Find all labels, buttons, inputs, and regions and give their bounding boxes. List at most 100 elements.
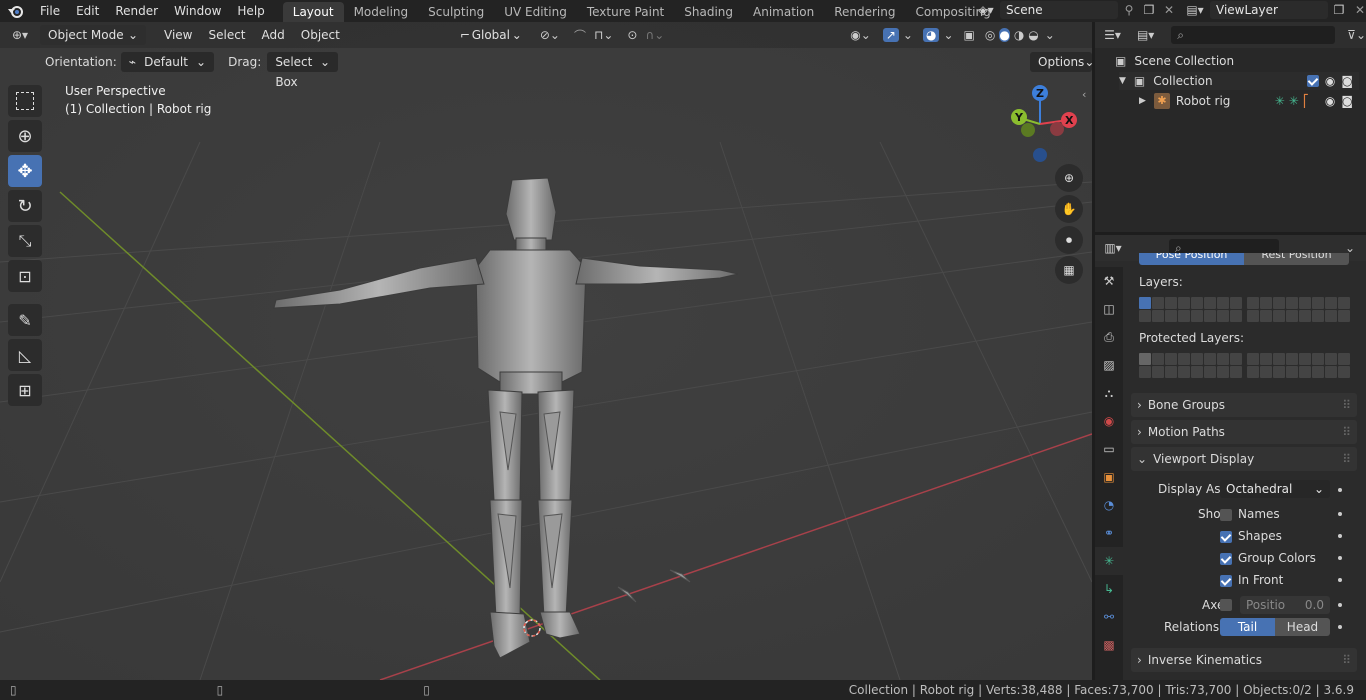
options-dropdown[interactable]: Options ⌄ xyxy=(1030,52,1092,72)
editor-type-icon[interactable]: ⊕▾ xyxy=(0,28,40,42)
sidebar-toggle-icon[interactable]: ‹ xyxy=(1082,88,1086,101)
new-scene-icon[interactable]: ❐ xyxy=(1140,3,1158,17)
constraints-properties-icon[interactable]: ⚭ xyxy=(1095,519,1123,547)
keyframe-dot[interactable] xyxy=(1338,603,1342,607)
solid-shading-icon[interactable]: ● xyxy=(999,28,1010,42)
3d-viewport[interactable]: ⊕▾ Object Mode ⌄ View Select Add Object ⌐… xyxy=(0,22,1092,680)
overlays-dropdown-icon[interactable]: ⌄ xyxy=(943,28,953,42)
pin-icon[interactable]: ⚲ xyxy=(1118,3,1140,17)
in-front-option[interactable]: In Front xyxy=(1220,573,1283,587)
expand-arrow-icon[interactable]: ▼ xyxy=(1119,76,1126,86)
pivot-icon[interactable]: ⊘⌄ xyxy=(540,28,560,42)
add-cube-tool[interactable]: ⊞ xyxy=(8,374,42,406)
wireframe-shading-icon[interactable]: ◎ xyxy=(985,28,995,42)
snap-icon[interactable]: ⌒ xyxy=(574,27,586,44)
tool-properties-icon[interactable]: ⚒ xyxy=(1095,267,1123,295)
render-camera-icon[interactable]: ◙ xyxy=(1341,74,1353,88)
scene-properties-icon[interactable]: ⛬ xyxy=(1095,379,1123,407)
layers-grid-left[interactable] xyxy=(1139,297,1242,322)
collection-properties-icon[interactable]: ▭ xyxy=(1095,435,1123,463)
visibility-icon[interactable]: ◉⌄ xyxy=(850,28,871,42)
rotate-tool[interactable]: ↻ xyxy=(8,190,42,222)
physics-properties-icon[interactable]: ◔ xyxy=(1095,491,1123,519)
group-colors-option[interactable]: Group Colors xyxy=(1220,551,1316,565)
names-checkbox[interactable] xyxy=(1220,508,1232,521)
shading-dropdown-icon[interactable]: ⌄ xyxy=(1045,28,1055,42)
tab-shading[interactable]: Shading xyxy=(674,2,743,22)
group-colors-checkbox[interactable] xyxy=(1220,552,1232,565)
armature-data-icon[interactable]: ✳ xyxy=(1289,94,1299,108)
zoom-button[interactable]: ⊕ xyxy=(1055,164,1083,192)
tab-layout[interactable]: Layout xyxy=(282,2,344,22)
select-box-tool[interactable] xyxy=(8,85,42,117)
render-properties-icon[interactable]: ◫ xyxy=(1095,295,1123,323)
protected-grid-right[interactable] xyxy=(1247,353,1350,378)
viewlayer-name-field[interactable]: ViewLayer xyxy=(1210,1,1328,19)
keyframe-dot[interactable] xyxy=(1338,534,1342,538)
bone-properties-icon[interactable]: ↳ xyxy=(1095,575,1123,603)
keyframe-dot[interactable] xyxy=(1338,512,1342,516)
outliner-search-input[interactable]: ⌕ xyxy=(1171,26,1336,44)
scene-icon[interactable]: ◈▾ xyxy=(972,3,1000,17)
keyframe-dot[interactable] xyxy=(1338,556,1342,560)
head-button[interactable]: Head xyxy=(1275,618,1330,636)
tab-rendering[interactable]: Rendering xyxy=(824,2,905,22)
navigation-gizmo[interactable]: Z X Y xyxy=(1002,84,1082,164)
pose-icon[interactable]: ✳ xyxy=(1275,94,1285,108)
menu-object[interactable]: Object xyxy=(293,25,348,45)
inverse-kinematics-panel[interactable]: › Inverse Kinematics ⠿ xyxy=(1131,648,1357,672)
outliner-row-scene-collection[interactable]: ▣ Scene Collection xyxy=(1115,52,1234,70)
xray-icon[interactable]: ▣ xyxy=(964,28,975,42)
texture-properties-icon[interactable]: ▩ xyxy=(1095,631,1123,659)
ortho-toggle-button[interactable]: ▦ xyxy=(1055,256,1083,284)
rendered-shading-icon[interactable]: ◒ xyxy=(1028,28,1038,42)
menu-view[interactable]: View xyxy=(156,25,200,45)
outliner-row-collection[interactable]: ▼ ▣ Collection ◉ ◙ xyxy=(1119,72,1359,90)
outliner-row-robot-rig[interactable]: ▶ ✱ Robot rig ✳ ✳ ⎡ ◉ ◙ xyxy=(1139,92,1359,110)
armature-data-properties-icon[interactable]: ✳ xyxy=(1095,547,1123,575)
overlays-icon[interactable]: ◕ xyxy=(922,28,940,42)
modifier-icon[interactable]: ⎡ xyxy=(1303,94,1309,108)
tab-texture-paint[interactable]: Texture Paint xyxy=(577,2,674,22)
drag-dropdown[interactable]: Select Box ⌄ xyxy=(267,52,338,89)
keyframe-dot[interactable] xyxy=(1338,578,1342,582)
cursor-tool[interactable]: ⊕ xyxy=(8,120,42,152)
expand-arrow-icon[interactable]: ▶ xyxy=(1139,96,1146,106)
rest-position-button[interactable]: Rest Position xyxy=(1244,253,1349,265)
tab-animation[interactable]: Animation xyxy=(743,2,824,22)
shapes-checkbox[interactable] xyxy=(1220,530,1232,543)
in-front-checkbox[interactable] xyxy=(1220,574,1232,587)
material-shading-icon[interactable]: ◑ xyxy=(1014,28,1024,42)
keyframe-dot[interactable] xyxy=(1338,625,1342,629)
measure-tool[interactable]: ◺ xyxy=(8,339,42,371)
axes-position-field[interactable]: Positio 0.0 xyxy=(1240,596,1330,614)
menu-help[interactable]: Help xyxy=(229,0,272,22)
collection-exclude-checkbox[interactable] xyxy=(1306,75,1319,87)
viewport-display-panel[interactable]: ⌄ Viewport Display ⠿ xyxy=(1131,447,1357,471)
drag-handle-icon[interactable]: ⠿ xyxy=(1342,425,1351,439)
menu-select[interactable]: Select xyxy=(200,25,253,45)
gizmo-dropdown-icon[interactable]: ⌄ xyxy=(903,28,913,42)
keyframe-dot[interactable] xyxy=(1338,488,1342,492)
tab-uv-editing[interactable]: UV Editing xyxy=(494,2,577,22)
move-tool[interactable]: ✥ xyxy=(8,155,42,187)
annotate-tool[interactable]: ✎ xyxy=(8,304,42,336)
layers-grid-right[interactable] xyxy=(1247,297,1350,322)
drag-handle-icon[interactable]: ⠿ xyxy=(1342,452,1351,466)
output-properties-icon[interactable]: ⎙ xyxy=(1095,323,1123,351)
gizmo-toggle-icon[interactable]: ↗ xyxy=(882,28,899,42)
render-camera-icon[interactable]: ◙ xyxy=(1341,94,1353,108)
properties-editor-icon[interactable]: ▥▾ xyxy=(1095,241,1131,255)
pose-position-button[interactable]: Pose Position xyxy=(1139,253,1244,265)
transform-tool[interactable]: ⊡ xyxy=(8,260,42,292)
filter-icon[interactable]: ⊽⌄ xyxy=(1347,28,1366,42)
object-properties-icon[interactable]: ▣ xyxy=(1095,463,1123,491)
display-mode-icon[interactable]: ▤▾ xyxy=(1130,28,1161,42)
proportional-edit-icon[interactable]: ⊙ xyxy=(627,28,637,42)
bone-constraint-properties-icon[interactable]: ⚯ xyxy=(1095,603,1123,631)
motion-paths-panel[interactable]: › Motion Paths ⠿ xyxy=(1131,420,1357,444)
outliner-editor-icon[interactable]: ☰▾ xyxy=(1095,28,1130,42)
world-properties-icon[interactable]: ◉ xyxy=(1095,407,1123,435)
protected-grid-left[interactable] xyxy=(1139,353,1242,378)
eye-icon[interactable]: ◉ xyxy=(1325,94,1335,108)
